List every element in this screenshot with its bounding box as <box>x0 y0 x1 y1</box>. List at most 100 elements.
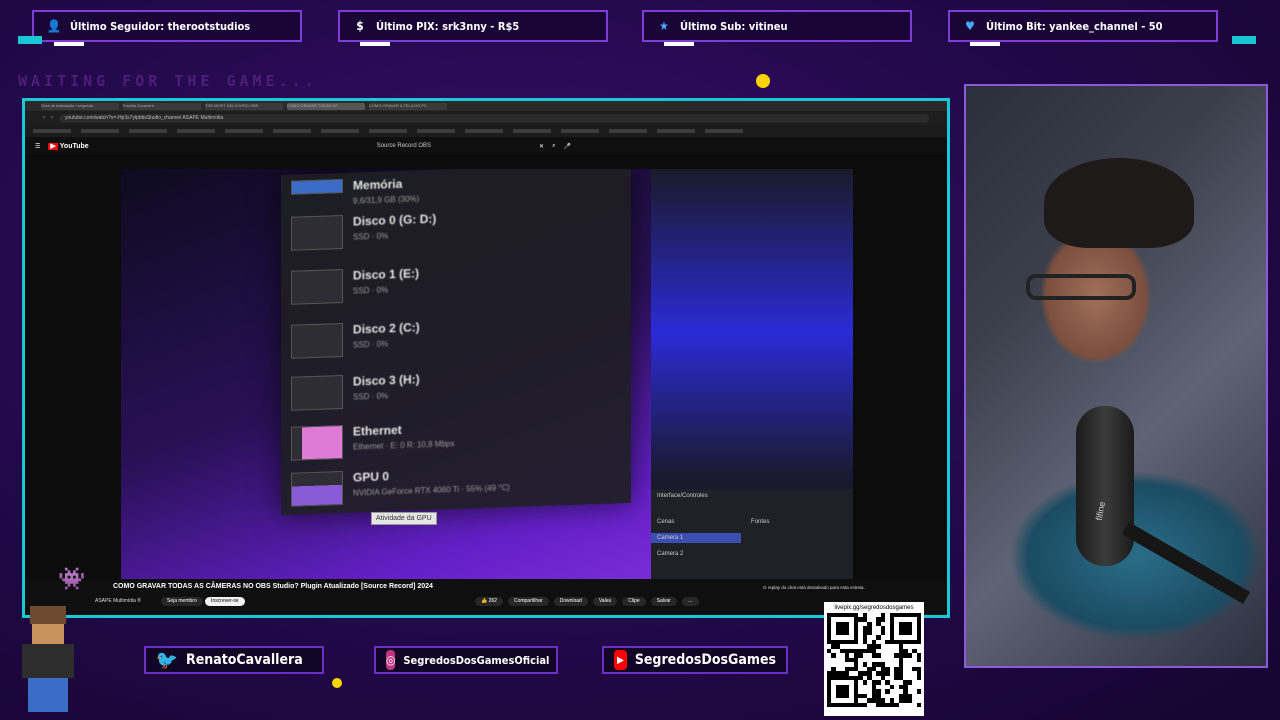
tp-disk3: Disco 3 (H:) SSD · 0% <box>291 372 420 411</box>
disk2-sub: SSD · 0% <box>353 339 389 350</box>
youtube-header: ☰ ▶ YouTube Source Record OBS ✕ ⌕ 🎤 <box>25 137 947 155</box>
browser-tab[interactable]: Família Zocaverá <box>123 102 201 110</box>
person-glasses <box>1026 274 1136 300</box>
bookmark-item[interactable] <box>225 129 263 133</box>
bookmark-item[interactable] <box>273 129 311 133</box>
clip-button[interactable]: Clipe <box>622 597 646 606</box>
obs-label: Fontes <box>751 519 770 525</box>
bookmark-item[interactable] <box>33 129 71 133</box>
browser-tab-active[interactable]: COMO GRAVAR TODAS AS <box>287 102 365 110</box>
disk0-sub: SSD · 0% <box>353 231 389 242</box>
join-button[interactable]: Seja membro <box>161 597 203 606</box>
bookmark-item[interactable] <box>705 129 743 133</box>
like-button[interactable]: 👍 262 <box>475 597 503 606</box>
bookmark-item[interactable] <box>465 129 503 133</box>
disk2-label: Disco 2 (C:) <box>353 320 420 337</box>
browser-tab[interactable]: COMO GRAVAR A TELA DO PC <box>369 102 447 110</box>
instagram-social: ◎ SegredosDosGamesOficial <box>374 646 558 674</box>
youtube-social: ▶ SegredosDosGames <box>602 646 788 674</box>
search-query[interactable]: Source Record OBS <box>377 143 431 149</box>
decorative-dot <box>756 74 770 88</box>
browser-capture: Guia de instalação / segunda Família Zoc… <box>22 98 950 618</box>
heart-icon: ♥ <box>965 19 975 33</box>
microphone <box>1076 406 1134 566</box>
instagram-handle: SegredosDosGamesOficial <box>403 653 550 667</box>
tp-disk1: Disco 1 (E:) SSD · 0% <box>291 266 419 305</box>
search-icon[interactable]: ⌕ <box>552 143 555 150</box>
channel-name[interactable]: ASAPE Multimídia ® <box>95 598 141 604</box>
tp-disk2: Disco 2 (C:) SSD · 0% <box>291 320 420 359</box>
tp-ethernet: Ethernet Ethernet · E: 0 R: 10,8 Mbps <box>291 421 454 461</box>
browser-tab[interactable]: THE MOST DELICATED OBS <box>205 102 283 110</box>
qr-url: livepix.gg/segredosdosgames <box>834 605 914 611</box>
save-button[interactable]: Salvar <box>650 597 677 606</box>
tp-gpu: GPU 0 NVIDIA GeForce RTX 4060 Ti · 55% (4… <box>291 465 510 507</box>
last-bit-alert: ♥ Último Bit: yankee_channel - 50 <box>948 10 1218 46</box>
ethernet-sub: Ethernet · E: 0 R: 10,8 Mbps <box>353 439 455 452</box>
ethernet-label: Ethernet <box>353 422 402 439</box>
obs-label: Camera 2 <box>657 551 684 557</box>
close-icon[interactable]: ✕ <box>539 143 544 150</box>
menu-icon[interactable]: ☰ <box>35 143 40 150</box>
disk3-label: Disco 3 (H:) <box>353 372 420 389</box>
memory-sub: 9,6/31,9 GB (30%) <box>353 194 420 206</box>
video-actions: 👍 262 Compartilhar Download Valeu Clipe … <box>475 597 699 606</box>
gpu-tooltip: Atividade da GPU <box>371 512 437 525</box>
mic-icon[interactable]: 🎤 <box>563 143 570 150</box>
qr-code <box>827 613 921 707</box>
ethernet-graph <box>291 424 343 461</box>
more-button[interactable]: … <box>681 597 699 606</box>
video-title: COMO GRAVAR TODAS AS CÂMERAS NO OBS Stud… <box>113 583 433 590</box>
qr-module <box>916 702 921 707</box>
qr-code-box: livepix.gg/segredosdosgames <box>824 602 924 716</box>
bookmark-item[interactable] <box>417 129 455 133</box>
last-pix-label: Último PIX: srk3nny - R$5 <box>376 19 520 33</box>
pixel-character <box>8 596 88 716</box>
download-button[interactable]: Download <box>553 597 588 606</box>
tp-memory: Memória 9,6/31,9 GB (30%) <box>291 176 419 208</box>
person-hair <box>1044 158 1194 248</box>
disk-graph <box>291 214 343 251</box>
twitter-handle: RenatoCavallera <box>186 652 303 668</box>
corner-accent <box>1232 36 1256 44</box>
task-manager-panel: Memória 9,6/31,9 GB (30%) Disco 0 (G: D:)… <box>281 169 631 516</box>
browser-tab[interactable]: Guia de instalação / segunda <box>41 102 119 110</box>
bookmark-item[interactable] <box>513 129 551 133</box>
bookmark-item[interactable] <box>657 129 695 133</box>
url-input[interactable]: youtube.com/watch?v=-Hp3s7ylpbbsStudio_c… <box>59 113 929 123</box>
twitter-icon: 🐦 <box>155 649 179 671</box>
youtube-logo-text: YouTube <box>59 143 89 150</box>
disk-graph <box>291 374 343 411</box>
decorative-dot <box>332 678 342 688</box>
bookmark-item[interactable] <box>609 129 647 133</box>
bookmark-item[interactable] <box>561 129 599 133</box>
subscribe-button[interactable]: Inscrever-se <box>205 597 245 606</box>
bookmark-item[interactable] <box>129 129 167 133</box>
instagram-icon: ◎ <box>386 650 396 670</box>
back-icon[interactable]: ‹ <box>43 115 45 121</box>
bookmark-item[interactable] <box>177 129 215 133</box>
thanks-button[interactable]: Valeu <box>592 597 618 606</box>
disk-graph <box>291 268 343 305</box>
last-sub-alert: ★ Último Sub: vitineu <box>642 10 912 46</box>
bookmark-item[interactable] <box>81 129 119 133</box>
webcam-feed: fifine <box>964 84 1268 668</box>
bookmark-item[interactable] <box>369 129 407 133</box>
youtube-icon: ▶ <box>614 650 627 670</box>
gpu-sub: NVIDIA GeForce RTX 4060 Ti · 55% (49 °C) <box>353 483 510 498</box>
gpu-label: GPU 0 <box>353 469 390 485</box>
gpu-graph <box>291 470 343 507</box>
tp-disk0: Disco 0 (G: D:) SSD · 0% <box>291 212 436 251</box>
bookmark-item[interactable] <box>321 129 359 133</box>
video-info-bar: COMO GRAVAR TODAS AS CÂMERAS NO OBS Stud… <box>25 579 947 615</box>
forward-icon[interactable]: › <box>51 115 53 121</box>
video-player[interactable]: Memória 9,6/31,9 GB (30%) Disco 0 (G: D:)… <box>121 169 853 579</box>
bookmarks-bar <box>25 125 947 137</box>
youtube-logo[interactable]: ▶ YouTube <box>48 142 89 150</box>
last-bit-label: Último Bit: yankee_channel - 50 <box>986 19 1163 33</box>
waiting-text: WAITING FOR THE GAME... <box>18 72 318 90</box>
star-icon: ★ <box>659 19 669 33</box>
memory-label: Memória <box>353 176 403 193</box>
share-button[interactable]: Compartilhar <box>507 597 549 606</box>
space-invader-icon: 👾 <box>58 566 86 591</box>
